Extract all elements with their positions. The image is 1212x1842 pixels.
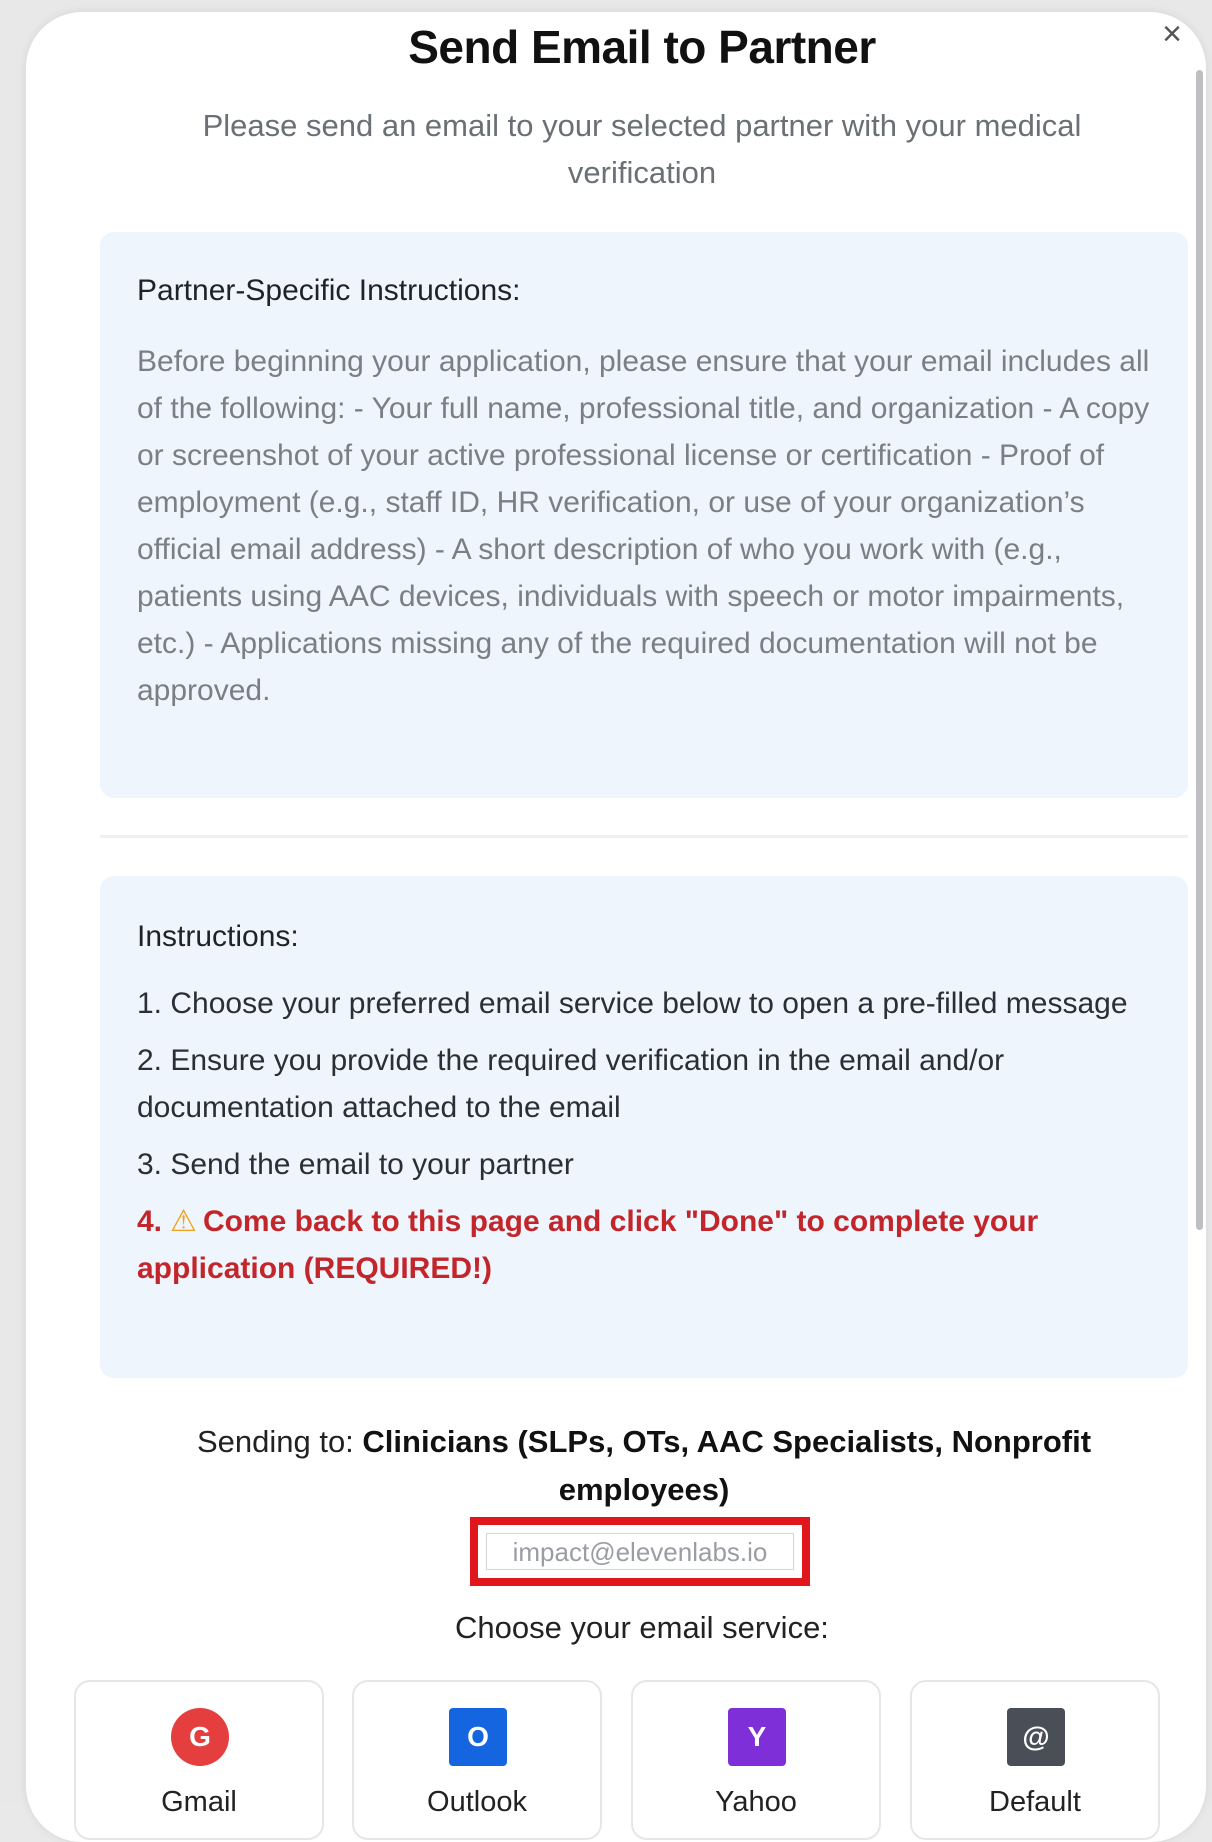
instruction-step-4-required: 4. ⚠ Come back to this page and click "Don…: [137, 1198, 1167, 1292]
instructions-heading: Instructions:: [137, 920, 299, 953]
instruction-step-3: 3. Send the email to your partner: [137, 1148, 574, 1181]
step-4-number: 4.: [137, 1205, 163, 1238]
gmail-icon: G: [171, 1708, 229, 1766]
instruction-step-1: 1. Choose your preferred email service b…: [137, 987, 1128, 1020]
recipient-email-field[interactable]: impact@elevenlabs.io: [486, 1533, 794, 1570]
email-highlight-box: impact@elevenlabs.io: [470, 1517, 810, 1586]
yahoo-icon: Y: [728, 1708, 786, 1766]
instruction-steps: 1. Choose your preferred email service b…: [137, 980, 1167, 1302]
outlook-icon: O: [449, 1708, 507, 1766]
partner-instructions-text: Before beginning your application, pleas…: [137, 345, 1150, 707]
yahoo-label: Yahoo: [715, 1786, 797, 1818]
modal-subtitle: Please send an email to your selected pa…: [202, 108, 1082, 190]
recipient-name: Clinicians (SLPs, OTs, AAC Specialists, …: [362, 1424, 1092, 1507]
partner-instructions-panel: Partner-Specific Instructions: Before be…: [100, 232, 1188, 798]
modal-title: Send Email to Partner: [408, 21, 876, 73]
gmail-label: Gmail: [161, 1786, 237, 1818]
yahoo-button[interactable]: Y Yahoo: [631, 1680, 881, 1840]
recipient-prefix: Sending to:: [196, 1424, 363, 1459]
recipient-line: Sending to: Clinicians (SLPs, OTs, AAC S…: [136, 1418, 1152, 1514]
instruction-step-2: 2. Ensure you provide the required verif…: [137, 1044, 1005, 1124]
send-email-modal: × Send Email to Partner Please send an e…: [26, 12, 1206, 1842]
warning-icon: ⚠: [170, 1205, 197, 1238]
default-label: Default: [989, 1786, 1081, 1818]
outlook-button[interactable]: O Outlook: [352, 1680, 602, 1840]
partner-instructions-heading: Partner-Specific Instructions:: [137, 274, 521, 307]
gmail-button[interactable]: G Gmail: [74, 1680, 324, 1840]
outlook-label: Outlook: [427, 1786, 527, 1818]
choose-service-label: Choose your email service:: [455, 1610, 829, 1645]
scrollbar[interactable]: [1196, 70, 1203, 1230]
section-divider: [100, 835, 1188, 838]
default-button[interactable]: @ Default: [910, 1680, 1160, 1840]
default-mail-icon: @: [1007, 1708, 1065, 1766]
step-4-text: Come back to this page and click "Done" …: [137, 1205, 1039, 1285]
instructions-panel: Instructions: 1. Choose your preferred e…: [100, 876, 1188, 1378]
